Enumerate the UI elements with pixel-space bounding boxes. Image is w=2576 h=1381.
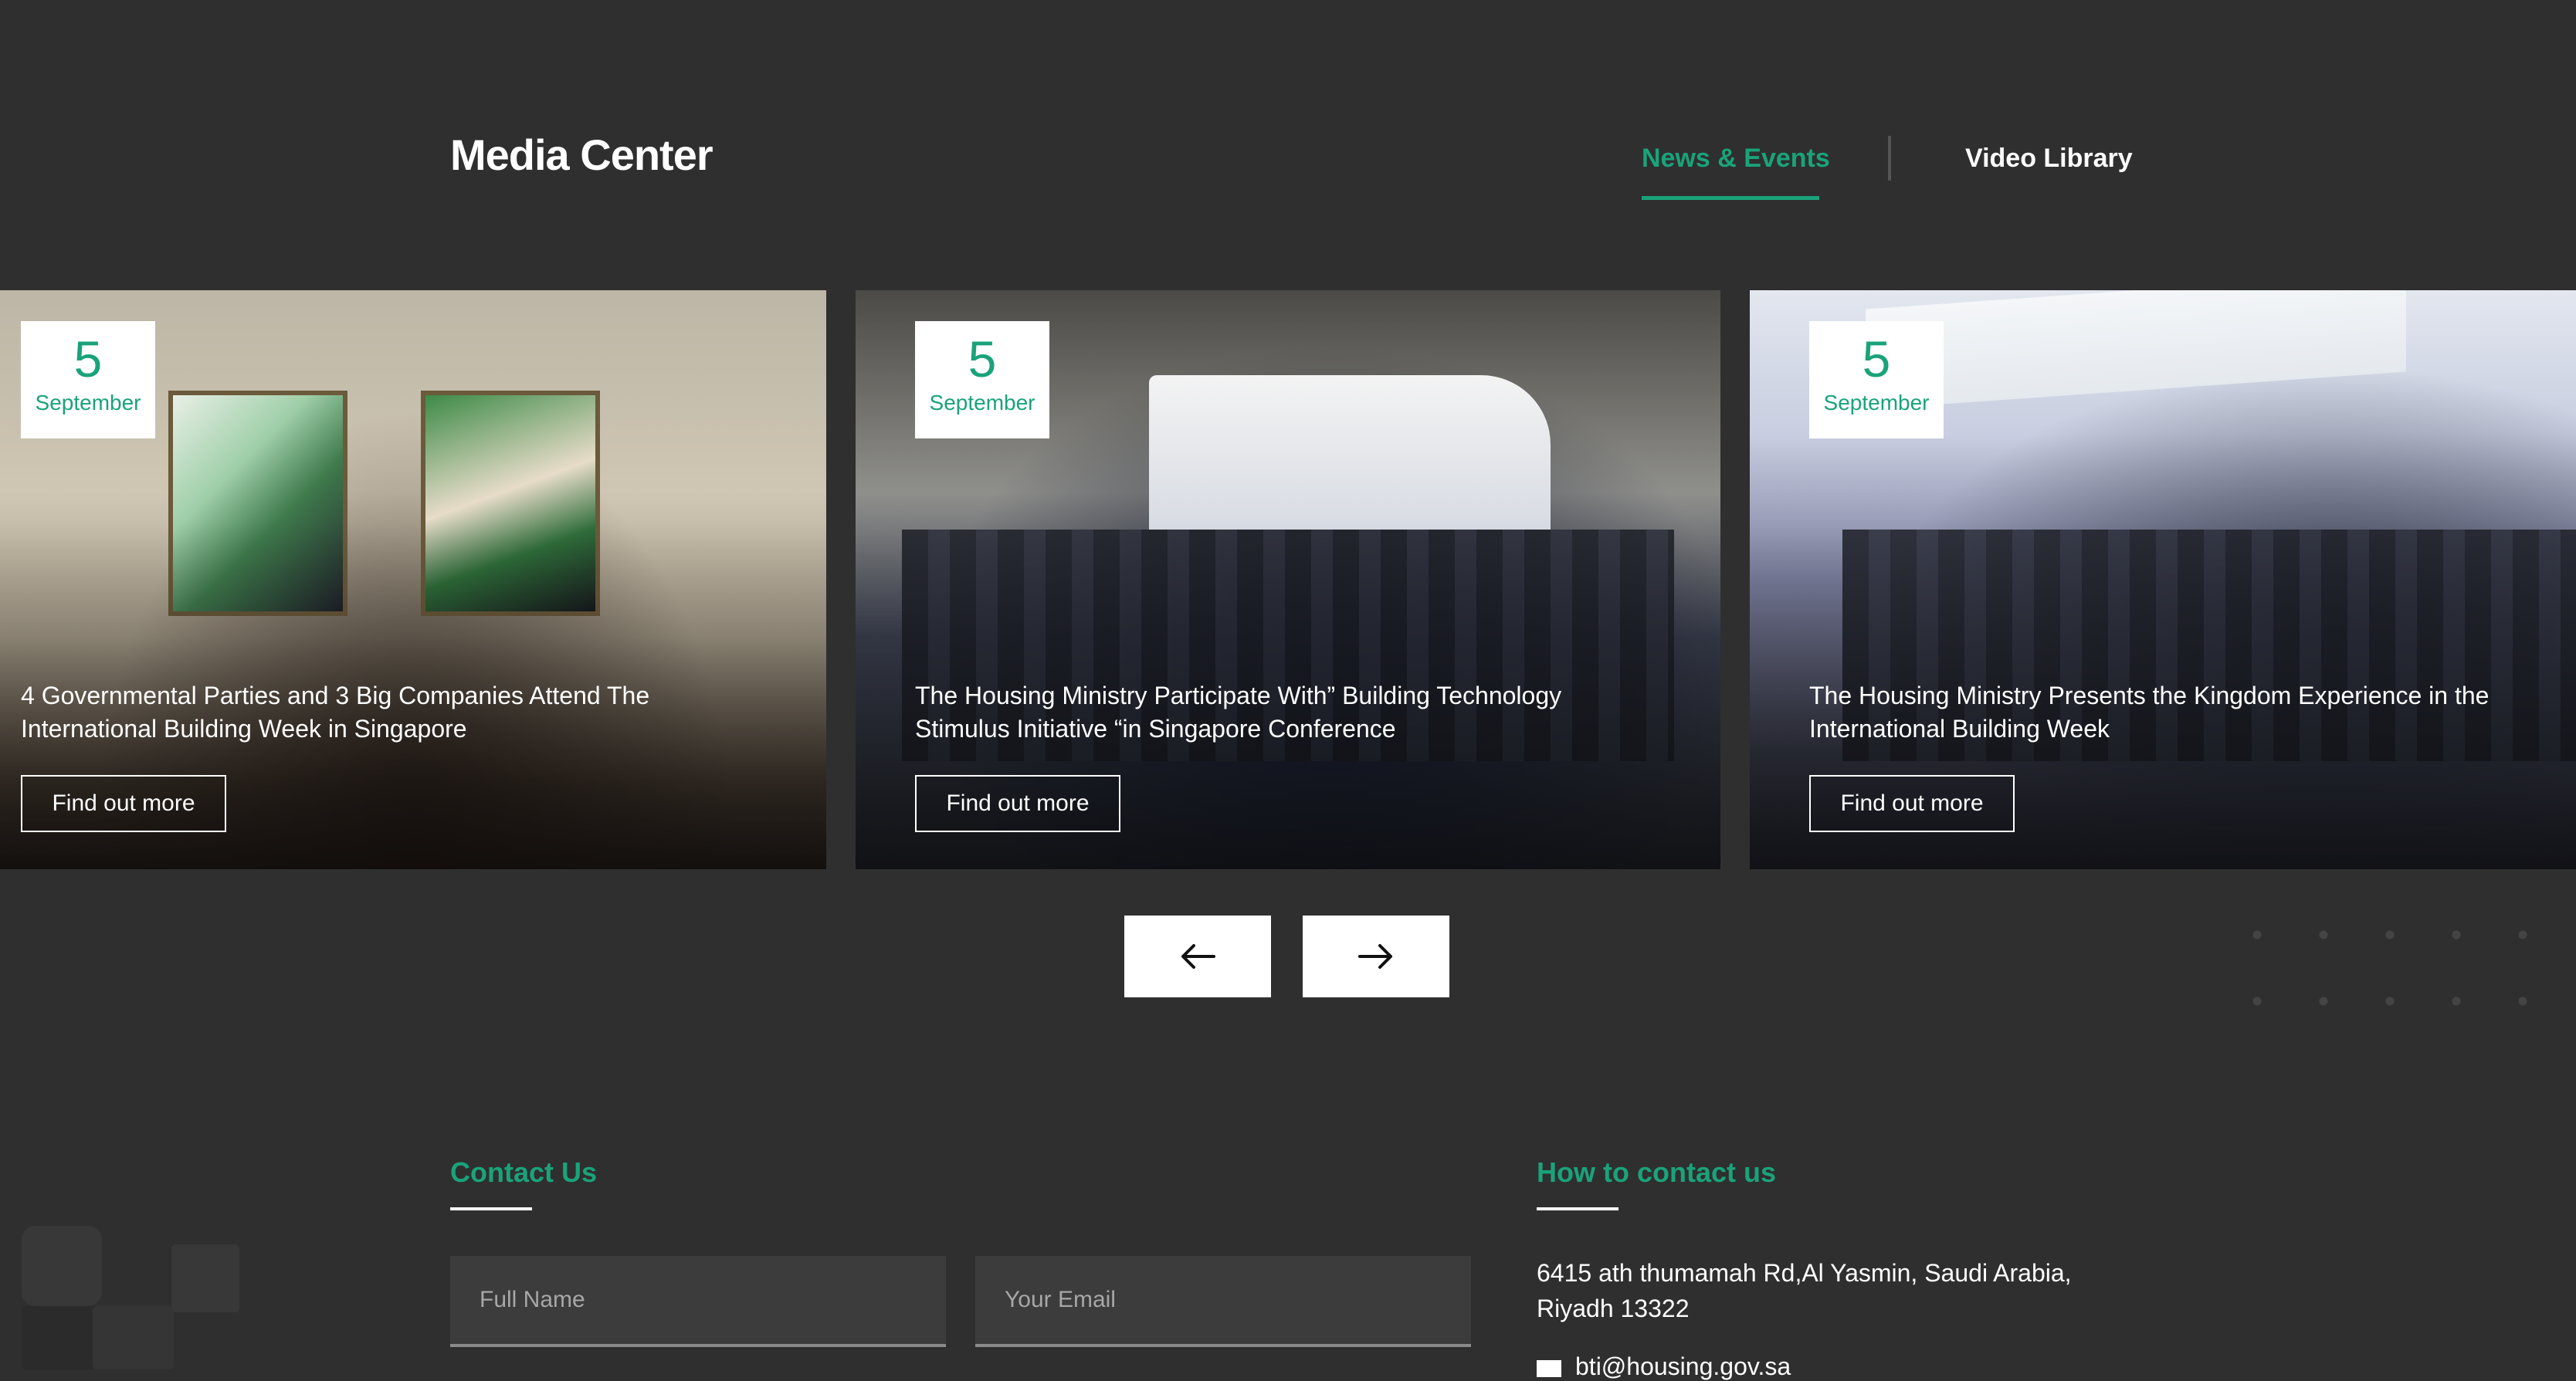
date-badge: 5 September [21,321,155,438]
news-title-line: International Building Week [1809,715,2110,743]
news-title-line: The Housing Ministry Participate With” B… [915,682,1562,709]
contact-email[interactable]: bti@housing.gov.sa [1537,1352,1791,1381]
news-title-line: Stimulus Initiative “in Singapore Confer… [915,715,1396,743]
email-input[interactable] [975,1256,1471,1347]
tab-divider [1888,136,1891,181]
contact-us-heading: Contact Us [450,1156,598,1188]
arrow-right-icon [1358,944,1392,969]
dot-pattern-decoration [2224,902,2564,1041]
date-day: 5 [1862,330,1891,388]
mail-icon [1537,1359,1561,1377]
date-day: 5 [968,330,997,388]
arrow-left-icon [1181,944,1215,969]
how-to-contact-heading: How to contact us [1537,1156,1777,1188]
decorative-block [22,1226,102,1306]
news-card[interactable]: 5 September The Housing Ministry Partici… [856,290,1720,869]
address-line: Riyadh 13322 [1537,1295,1690,1322]
decorative-block [171,1244,239,1312]
news-title-line: 4 Governmental Parties and 3 Big Compani… [21,682,650,709]
date-badge: 5 September [1809,321,1944,438]
find-out-more-button[interactable]: Find out more [1809,775,2015,832]
news-card[interactable]: 5 September The Housing Ministry Present… [1750,290,2576,869]
news-title[interactable]: The Housing Ministry Participate With” B… [915,679,1687,746]
find-out-more-button[interactable]: Find out more [915,775,1120,832]
date-month: September [1823,391,1930,415]
decorative-block [22,1306,99,1369]
address-line: 6415 ath thumamah Rd,Al Yasmin, Saudi Ar… [1537,1259,2072,1287]
decorative-block [93,1306,174,1369]
full-name-input[interactable] [450,1256,946,1347]
news-title-line: The Housing Ministry Presents the Kingdo… [1809,682,2490,709]
heading-underline [450,1207,532,1210]
carousel-prev-button[interactable] [1124,916,1271,997]
tab-news-events[interactable]: News & Events [1642,144,1830,174]
date-badge: 5 September [915,321,1049,438]
address: 6415 ath thumamah Rd,Al Yasmin, Saudi Ar… [1537,1255,2124,1326]
tab-video-library[interactable]: Video Library [1965,144,2133,174]
carousel-next-button[interactable] [1303,916,1449,997]
find-out-more-button[interactable]: Find out more [21,775,226,832]
news-title[interactable]: 4 Governmental Parties and 3 Big Compani… [21,679,793,746]
date-day: 5 [73,330,103,388]
date-month: September [929,391,1035,415]
news-title[interactable]: The Housing Ministry Presents the Kingdo… [1809,679,2576,746]
heading-underline [1537,1207,1618,1210]
contact-email-text: bti@housing.gov.sa [1575,1352,1791,1380]
news-title-line: International Building Week in Singapore [21,715,467,743]
date-month: September [35,391,141,415]
active-tab-indicator [1642,196,1819,200]
page-title: Media Center [450,130,713,179]
news-card[interactable]: 5 September 4 Governmental Parties and 3… [0,290,826,869]
